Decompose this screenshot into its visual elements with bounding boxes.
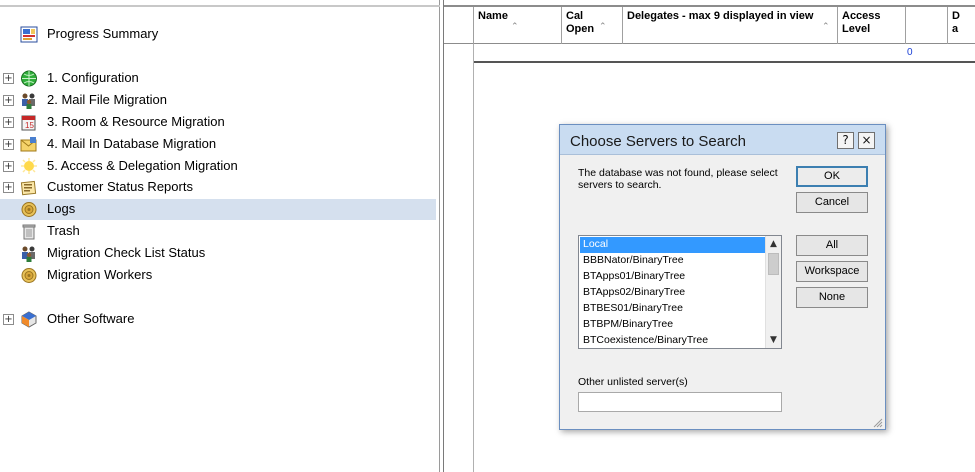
nav-item-migration-check-list-status[interactable]: Migration Check List Status — [0, 243, 436, 264]
nav-label: 2. Mail File Migration — [47, 92, 167, 107]
server-list-item[interactable]: BTBES01/BinaryTree — [580, 301, 766, 317]
all-button[interactable]: All — [796, 235, 868, 256]
other-servers-input[interactable] — [578, 392, 782, 412]
progress-summary-icon — [20, 26, 38, 43]
svg-text:15: 15 — [25, 121, 34, 130]
totals-row: 0 — [474, 44, 975, 63]
column-title: Access Level — [842, 10, 881, 35]
nav-item-mail-file-migration[interactable]: + 2. Mail File Migration — [0, 90, 436, 111]
sort-arrow-icon[interactable]: ⌃ — [822, 21, 830, 34]
workspace-button[interactable]: Workspace — [796, 261, 868, 282]
expand-toggle[interactable]: + — [3, 73, 14, 84]
other-servers-label: Other unlisted server(s) — [578, 376, 688, 388]
scroll-up-icon[interactable]: ▲ — [766, 236, 781, 252]
dialog-message: The database was not found, please selec… — [578, 167, 778, 191]
expand-toggle[interactable]: + — [3, 182, 14, 193]
scroll-down-icon[interactable]: ▼ — [766, 332, 781, 348]
expand-toggle[interactable]: + — [3, 95, 14, 106]
column-header-blank[interactable] — [906, 7, 948, 44]
migration-workers-icon — [20, 267, 38, 284]
nav-item-migration-workers[interactable]: Migration Workers — [0, 265, 436, 286]
column-header-delegates[interactable]: Delegates - max 9 displayed in view ⌃ — [623, 7, 838, 44]
resize-grip-icon[interactable] — [872, 416, 883, 428]
pane-divider — [0, 5, 440, 7]
server-list-item[interactable]: BTApps01/BinaryTree — [580, 269, 766, 285]
column-title: Cal Open — [566, 10, 595, 35]
nav-item-trash[interactable]: Trash — [0, 221, 436, 242]
check-list-people-icon — [20, 245, 38, 262]
nav-label: 5. Access & Delegation Migration — [47, 158, 238, 173]
status-reports-icon — [20, 179, 38, 196]
server-list-item[interactable]: BBBNator/BinaryTree — [580, 253, 766, 269]
nav-item-other-software[interactable]: + Other Software — [0, 309, 436, 330]
nav-label: Other Software — [47, 311, 135, 326]
row-selector-gutter — [444, 44, 474, 472]
trash-icon — [20, 223, 38, 240]
expand-toggle[interactable]: + — [3, 117, 14, 128]
nav-label: Migration Check List Status — [47, 245, 206, 260]
column-title: Name — [478, 10, 508, 22]
column-header-truncated[interactable]: D a — [948, 7, 975, 44]
nav-label: Logs — [47, 201, 76, 216]
column-header-access-level[interactable]: Access Level — [838, 7, 906, 44]
sort-arrow-icon[interactable]: ⌃ — [511, 21, 519, 34]
server-list-item[interactable]: BTCoexistence/BinaryTree — [580, 333, 766, 348]
nav-label: 4. Mail In Database Migration — [47, 136, 217, 151]
dialog-title-bar[interactable]: Choose Servers to Search ? × — [560, 125, 885, 155]
column-header-row: Name ⌃ Cal Open ⌃ Delegates - max 9 disp… — [444, 7, 975, 44]
expand-toggle[interactable]: + — [3, 161, 14, 172]
close-button[interactable]: × — [858, 132, 875, 149]
nav-label: Customer Status Reports — [47, 179, 193, 194]
server-list-item-selected[interactable]: Local — [580, 237, 766, 253]
row-selector-header — [444, 7, 474, 44]
none-button[interactable]: None — [796, 287, 868, 308]
nav-label: 1. Configuration — [47, 70, 139, 85]
mail-file-people-icon — [20, 92, 38, 109]
nav-item-customer-status-reports[interactable]: + Customer Status Reports — [0, 177, 436, 198]
mail-in-database-icon — [20, 136, 38, 153]
server-listbox[interactable]: Local BBBNator/BinaryTree BTApps01/Binar… — [578, 235, 782, 349]
nav-item-progress-summary[interactable]: Progress Summary — [0, 24, 436, 45]
choose-servers-dialog: Choose Servers to Search ? × The databas… — [559, 124, 886, 430]
nav-label: 3. Room & Resource Migration — [47, 114, 225, 129]
column-title: Delegates - max 9 displayed in view — [627, 10, 814, 22]
dialog-title: Choose Servers to Search — [570, 133, 746, 150]
column-header-cal-open[interactable]: Cal Open ⌃ — [562, 7, 623, 44]
nav-item-configuration[interactable]: + 1. Configuration — [0, 68, 436, 89]
expand-toggle[interactable]: + — [3, 314, 14, 325]
server-list-item[interactable]: BTBPM/BinaryTree — [580, 317, 766, 333]
scroll-thumb[interactable] — [768, 253, 779, 275]
nav-item-mail-in-database-migration[interactable]: + 4. Mail In Database Migration — [0, 134, 436, 155]
nav-item-room-resource-migration[interactable]: + 15 3. Room & Resource Migration — [0, 112, 436, 133]
cancel-button[interactable]: Cancel — [796, 192, 868, 213]
sort-arrow-icon[interactable]: ⌃ — [599, 21, 607, 34]
column-header-name[interactable]: Name ⌃ — [474, 7, 562, 44]
logs-icon — [20, 201, 38, 218]
nav-item-access-delegation-migration[interactable]: + 5. Access & Delegation Migration — [0, 156, 436, 177]
nav-label: Progress Summary — [47, 26, 159, 41]
help-button[interactable]: ? — [837, 132, 854, 149]
other-software-icon — [20, 311, 38, 328]
expand-toggle[interactable]: + — [3, 139, 14, 150]
nav-label: Migration Workers — [47, 267, 153, 282]
column-title: D a — [952, 10, 960, 35]
configuration-globe-icon — [20, 70, 38, 87]
list-scrollbar[interactable]: ▲ ▼ — [765, 236, 781, 348]
access-delegation-icon — [20, 158, 38, 175]
total-value: 0 — [907, 47, 913, 58]
nav-item-logs[interactable]: Logs — [0, 199, 436, 220]
server-list-item[interactable]: BTApps02/BinaryTree — [580, 285, 766, 301]
room-resource-icon: 15 — [20, 114, 38, 131]
nav-label: Trash — [47, 223, 80, 238]
navigator-pane: Progress Summary + 1. Configuration + 2.… — [0, 0, 440, 472]
ok-button[interactable]: OK — [796, 166, 868, 187]
